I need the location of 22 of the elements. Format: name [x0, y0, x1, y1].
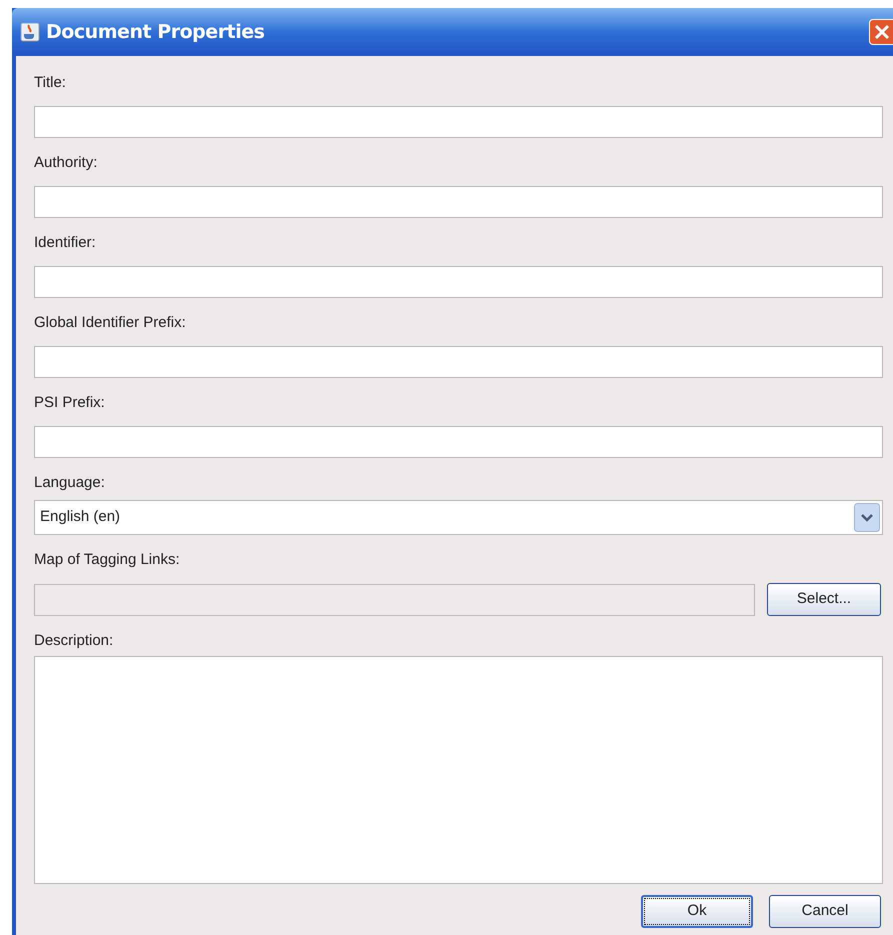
input-field[interactable] — [34, 266, 883, 298]
window-title: Document Properties — [46, 20, 264, 45]
field-label: Title: — [34, 74, 67, 92]
language-dropdown[interactable]: English (en) — [34, 500, 883, 535]
description-field[interactable] — [34, 656, 883, 884]
input-field[interactable] — [34, 186, 883, 218]
field-label: Language: — [34, 474, 106, 492]
coffee-cup-icon — [20, 22, 40, 42]
field-label: Global Identifier Prefix: — [34, 314, 187, 332]
close-button[interactable] — [869, 19, 893, 45]
field-label: PSI Prefix: — [34, 394, 106, 412]
dialog-button[interactable]: Cancel — [769, 895, 881, 928]
field-label: Authority: — [34, 154, 98, 172]
field-label: Description: — [34, 632, 114, 650]
chevron-down-icon — [854, 503, 880, 532]
field-label: Map of Tagging Links: — [34, 551, 181, 569]
close-icon — [874, 24, 890, 40]
input-field[interactable] — [34, 106, 883, 138]
input-field[interactable] — [34, 426, 883, 458]
input-field[interactable] — [34, 346, 883, 378]
field-label: Identifier: — [34, 234, 97, 252]
dialog-button[interactable]: Ok — [641, 895, 753, 928]
